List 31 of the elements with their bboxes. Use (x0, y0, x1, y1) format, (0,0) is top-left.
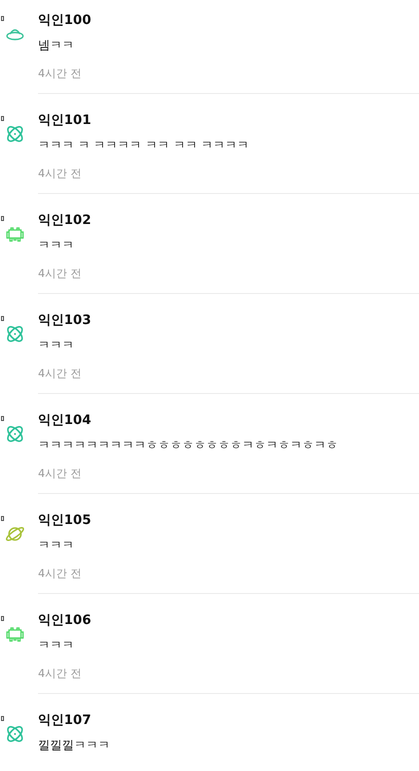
image-placeholder-icon (1, 616, 4, 621)
author-name: 익인106 (38, 613, 92, 629)
timestamp: 4시간 전 (38, 266, 82, 282)
comment-text: ㅋㅋㅋ (38, 337, 75, 353)
comment-text: ㅋㅋㅋ (38, 237, 75, 253)
author-name: 익인102 (38, 213, 92, 229)
image-placeholder-icon (1, 16, 4, 21)
timestamp: 4시간 전 (38, 366, 82, 382)
comment-text: 넴ㅋㅋ (38, 37, 75, 53)
image-placeholder-icon (1, 316, 4, 321)
timestamp: 4시간 전 (38, 466, 82, 482)
author-name: 익인101 (38, 113, 92, 129)
image-placeholder-icon (1, 516, 4, 521)
timestamp: 4시간 전 (38, 566, 82, 582)
image-placeholder-icon (1, 116, 4, 121)
timestamp: 4시간 전 (38, 66, 82, 82)
author-name: 익인104 (38, 413, 92, 429)
image-placeholder-icon (1, 716, 4, 721)
timestamp: 4시간 전 (38, 666, 82, 682)
comment-text: ㅋㅋㅋ (38, 537, 75, 553)
author-name: 익인100 (38, 13, 92, 29)
image-placeholder-icon (1, 216, 4, 221)
comment-text: ㅋㅋㅋ ㅋ ㅋㅋㅋㅋ ㅋㅋ ㅋㅋ ㅋㅋㅋㅋ (38, 137, 250, 153)
comment-text: 낄낄낄ㅋㅋㅋ (38, 737, 111, 753)
comment-text: ㅋㅋㅋㅋㅋㅋㅋㅋㅋㅎㅎㅎㅎㅎㅎㅎㅎㅋㅎㅋㅎㅋㅎㅋㅎ (38, 437, 339, 453)
author-name: 익인103 (38, 313, 92, 329)
comment-text: ㅋㅋㅋ (38, 637, 75, 653)
image-placeholder-icon (1, 416, 4, 421)
author-name: 익인107 (38, 713, 92, 729)
timestamp: 4시간 전 (38, 166, 82, 182)
author-name: 익인105 (38, 513, 92, 529)
